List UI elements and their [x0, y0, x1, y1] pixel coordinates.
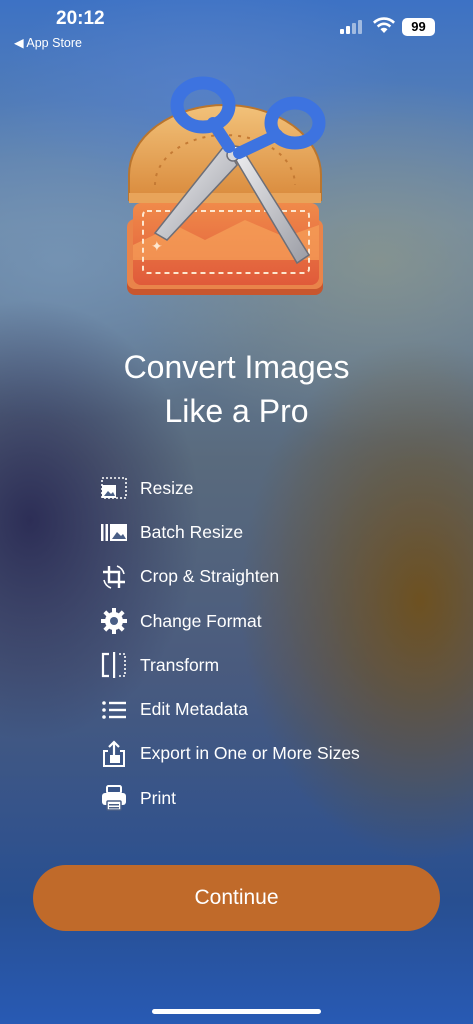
continue-button[interactable]: Continue	[33, 865, 440, 931]
battery-indicator: 99	[402, 18, 435, 36]
feature-item-edit-metadata: Edit Metadata	[98, 687, 428, 731]
feature-item-change-format: Change Format	[98, 599, 428, 643]
resize-icon	[98, 472, 130, 504]
printer-icon	[98, 782, 130, 814]
feature-label: Resize	[140, 477, 194, 498]
wifi-icon	[373, 17, 395, 33]
feature-label: Edit Metadata	[140, 699, 248, 720]
cellular-signal-icon	[340, 18, 364, 34]
list-icon	[98, 694, 130, 726]
status-time: 20:12	[56, 8, 105, 29]
feature-item-crop: Crop & Straighten	[98, 555, 428, 599]
feature-item-resize: Resize	[98, 466, 428, 510]
title-line-1: Convert Images	[123, 349, 350, 385]
gear-icon	[98, 605, 130, 637]
home-indicator[interactable]	[152, 1009, 321, 1014]
feature-item-transform: Transform	[98, 643, 428, 687]
feature-label: Crop & Straighten	[140, 566, 280, 587]
back-to-app-store-link[interactable]: ◀ App Store	[14, 35, 82, 50]
batch-resize-icon	[98, 516, 130, 548]
feature-list: Resize Batch Resize Crop & Straighten Ch…	[98, 466, 428, 820]
svg-text:✦: ✦	[151, 239, 163, 255]
transform-icon	[98, 649, 130, 681]
feature-item-print: Print	[98, 776, 428, 820]
crop-icon	[98, 561, 130, 593]
feature-label: Export in One or More Sizes	[140, 743, 360, 764]
feature-label: Batch Resize	[140, 521, 244, 542]
app-icon-scissors-image: ✦ ✦	[127, 76, 326, 295]
feature-label: Change Format	[140, 610, 262, 631]
feature-item-batch-resize: Batch Resize	[98, 510, 428, 554]
feature-label: Print	[140, 787, 176, 808]
feature-item-export: Export in One or More Sizes	[98, 732, 428, 776]
feature-label: Transform	[140, 654, 220, 675]
page-title: Convert Images Like a Pro	[0, 345, 473, 433]
export-icon	[98, 738, 130, 770]
title-line-2: Like a Pro	[164, 393, 309, 429]
